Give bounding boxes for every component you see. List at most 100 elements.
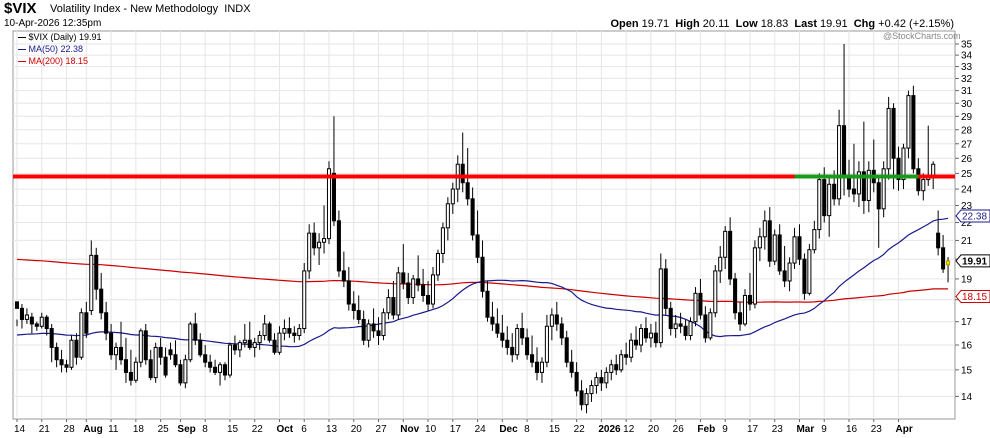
candle-body (752, 247, 757, 305)
candle-body (183, 359, 188, 384)
x-tick-label: 22 (252, 424, 264, 435)
candle-body (792, 236, 797, 264)
candle-body (530, 354, 535, 363)
candle-body (520, 328, 525, 339)
candle-body (118, 346, 124, 361)
candle-body (490, 316, 495, 325)
candle-body (376, 330, 381, 337)
candle-body (634, 339, 639, 346)
candle-body (569, 361, 574, 373)
candle-body (94, 254, 99, 290)
stockcharts-watermark: @StockCharts.com (883, 31, 961, 41)
candle-body (411, 278, 416, 299)
legend-ma200-swatch (18, 61, 26, 63)
candle-body (54, 346, 59, 361)
candle-body (460, 163, 465, 184)
candle-body (99, 288, 104, 314)
candle-body (426, 294, 431, 305)
candle-body (356, 310, 361, 320)
x-tick-label: 24 (475, 424, 487, 435)
x-tick-label: 16 (846, 424, 858, 435)
candle-body (302, 270, 307, 330)
candle-body (29, 316, 34, 325)
candle-body (39, 316, 44, 327)
price-chart[interactable]: 14 15 16 17 18 19 20 21 22 23 24 25 26 27 28 29 30 313233… (0, 0, 990, 438)
y-tick-label: 34 (961, 51, 973, 62)
candle-body (544, 325, 549, 363)
x-tick-label: 25 (158, 424, 170, 435)
candle-body (287, 328, 292, 334)
y-tick-label: 19 (961, 274, 973, 285)
candle-body (430, 274, 436, 305)
x-tick-label: 20 (351, 424, 363, 435)
x-tick-label: 9 (722, 424, 728, 435)
candle-body (747, 294, 752, 305)
candle-body (277, 332, 282, 353)
x-tick-label: 15 (227, 424, 239, 435)
candle-body (198, 339, 203, 356)
candle-body (629, 339, 634, 358)
candle-body (470, 198, 475, 236)
candle-body (208, 361, 213, 368)
candle-body (936, 232, 941, 249)
x-tick-label: Oct (276, 424, 293, 435)
candle-body (213, 366, 218, 373)
candle-body (738, 312, 743, 325)
candle-body (480, 256, 485, 292)
price-tag-label: 18.15 (962, 292, 987, 303)
x-tick-label: 17 (450, 424, 462, 435)
x-tick-label: Mar (796, 424, 814, 435)
candle-body (272, 339, 277, 353)
candle-body (757, 236, 762, 249)
candle-body (941, 247, 946, 270)
y-tick-label: 28 (961, 125, 973, 136)
candle-body (733, 278, 738, 314)
y-tick-label: 26 (961, 154, 973, 165)
candle-body (658, 268, 663, 344)
candle-body (812, 229, 817, 251)
candle-body (643, 328, 648, 339)
candle-body (34, 323, 39, 327)
legend-main: $VIX (Daily) 19.91 (18, 31, 102, 43)
legend-ma200: MA(200) 18.15 (18, 55, 102, 67)
candle-body (594, 377, 599, 387)
candle-body (787, 262, 792, 282)
candle-body (842, 125, 847, 177)
candle-body (440, 227, 445, 254)
candle-body (341, 270, 346, 282)
candle-body (74, 339, 79, 358)
y-tick-label: 25 (961, 169, 973, 180)
candle-body (886, 107, 891, 170)
candle-body (168, 349, 173, 356)
x-tick-label: 8 (202, 424, 208, 435)
candle-body (668, 307, 673, 330)
candle-body (193, 323, 198, 341)
candle-body (832, 183, 837, 200)
candle-body (653, 332, 658, 344)
legend-main-label: $VIX (Daily) 19.91 (28, 32, 102, 42)
candle-body (445, 203, 450, 229)
x-tick-label: 14 (14, 424, 26, 435)
price-tag-label: 22.38 (962, 211, 987, 222)
candle-body (242, 339, 247, 344)
candle-body (564, 337, 569, 363)
candle-body (782, 270, 787, 282)
x-tick-label: 12 (623, 424, 635, 435)
y-tick-label: 15 (961, 365, 973, 376)
y-tick-label: 24 (961, 185, 973, 196)
candle-body (24, 314, 29, 320)
candle-body (678, 323, 683, 327)
candle-body (79, 312, 84, 358)
candle-body (331, 172, 336, 222)
candle-body (371, 323, 376, 332)
candle-body (292, 332, 297, 337)
y-tick-label: 32 (961, 74, 973, 85)
y-tick-label: 33 (961, 62, 973, 73)
candle-body (673, 323, 678, 330)
legend-ma50-label: MA(50) 22.38 (28, 44, 84, 54)
candle-body (14, 301, 20, 309)
candle-body (807, 249, 812, 294)
candle-body (475, 234, 480, 258)
candle-body (906, 95, 911, 149)
candle-body (64, 364, 69, 368)
